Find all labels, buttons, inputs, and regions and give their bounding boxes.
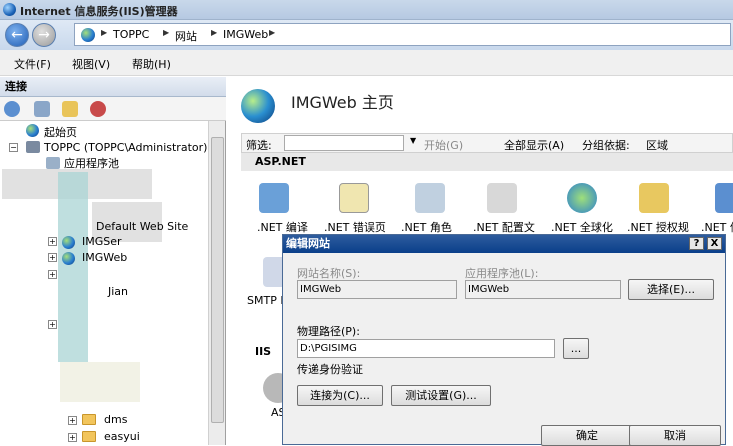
tree-server[interactable]: TOPPC (TOPPC\Administrator)	[44, 141, 207, 154]
chevron-right-icon[interactable]: ▶	[101, 28, 107, 37]
menu-file[interactable]: 文件(F)	[14, 56, 51, 72]
expand-icon[interactable]: +	[68, 433, 77, 442]
redacted-region	[58, 172, 88, 362]
website-globe-icon	[241, 89, 275, 123]
collapse-icon[interactable]: −	[9, 143, 18, 152]
breadcrumb-sites[interactable]: 网站	[175, 28, 197, 44]
connections-panel: 连接 起始页 − TOPPC (TOPPC\Administrator) 应用程…	[0, 77, 226, 445]
folder-icon	[82, 414, 96, 425]
app-pool-field[interactable]: IMGWeb	[465, 280, 621, 299]
window-title: Internet 信息服务(IIS)管理器	[20, 5, 178, 18]
feature-error-pages[interactable]: .NET 错误页	[324, 219, 386, 235]
disconnect-icon[interactable]	[90, 101, 106, 117]
site-name-field[interactable]: IMGWeb	[297, 280, 457, 299]
connect-icon[interactable]	[4, 101, 20, 117]
chevron-right-icon[interactable]: ▶	[211, 28, 217, 37]
filter-bar: 筛选: ▼ 开始(G) 全部显示(A) 分组依据: 区域	[241, 133, 733, 153]
globalization-icon[interactable]	[567, 183, 597, 213]
expand-icon[interactable]: +	[68, 416, 77, 425]
browse-button[interactable]: ...	[563, 338, 589, 359]
physical-path-field[interactable]: D:\PGISIMG	[297, 339, 555, 358]
feature-profile[interactable]: .NET 配置文	[473, 219, 535, 235]
tree-imgweb[interactable]: IMGWeb	[82, 251, 127, 264]
chevron-down-icon[interactable]: ▼	[410, 136, 416, 145]
close-button[interactable]: X	[707, 237, 722, 250]
feature-authorization[interactable]: .NET 授权规	[627, 219, 689, 235]
dialog-title: 编辑网站	[286, 237, 330, 250]
section-iis: IIS	[255, 345, 272, 358]
site-name-label: 网站名称(S):	[297, 267, 361, 280]
start-filter-button[interactable]: 开始(G)	[424, 137, 463, 153]
server-icon	[26, 141, 40, 153]
trust-icon[interactable]	[715, 183, 733, 213]
redacted-region	[60, 362, 140, 402]
feature-trust[interactable]: .NET 信	[701, 219, 733, 235]
folder-icon	[82, 431, 96, 442]
up-folder-icon[interactable]	[62, 101, 78, 117]
globe-icon	[81, 28, 95, 42]
breadcrumb-toppc[interactable]: TOPPC	[113, 28, 149, 41]
pass-through-auth-label: 传递身份验证	[297, 363, 363, 376]
expand-icon[interactable]: +	[48, 320, 57, 329]
expand-icon[interactable]: +	[48, 270, 57, 279]
expand-icon[interactable]: +	[48, 253, 57, 262]
physical-path-label: 物理路径(P):	[297, 325, 360, 338]
edit-site-dialog: 编辑网站 ? X 网站名称(S): IMGWeb 应用程序池(L): IMGWe…	[282, 234, 726, 446]
authorization-icon[interactable]	[639, 183, 669, 213]
address-bar: ← → ▶ TOPPC ▶ 网站 ▶ IMGWeb ▶	[0, 20, 733, 50]
tree-scrollbar[interactable]	[208, 121, 225, 445]
profile-icon[interactable]	[487, 183, 517, 213]
help-button[interactable]: ?	[689, 237, 704, 250]
breadcrumb-imgweb[interactable]: IMGWeb	[223, 28, 268, 41]
roles-icon[interactable]	[415, 183, 445, 213]
cancel-button[interactable]: 取消	[629, 425, 721, 446]
show-all-button[interactable]: 全部显示(A)	[504, 137, 564, 153]
section-aspnet: ASP.NET	[241, 153, 733, 171]
website-icon	[62, 236, 75, 249]
tree-start-page[interactable]: 起始页	[44, 124, 77, 140]
connections-header: 连接	[0, 77, 226, 97]
scrollbar-thumb[interactable]	[211, 137, 224, 423]
feature-roles[interactable]: .NET 角色	[401, 219, 452, 235]
group-by-label: 分组依据:	[582, 139, 630, 152]
save-icon[interactable]	[34, 101, 50, 117]
forward-arrow-icon[interactable]: →	[32, 23, 56, 47]
back-arrow-icon[interactable]: ←	[5, 23, 29, 47]
dialog-title-bar: 编辑网站 ? X	[283, 235, 725, 253]
tree-jian[interactable]: Jian	[108, 285, 128, 298]
group-by-select[interactable]: 区域	[646, 137, 668, 153]
page-title: IMGWeb 主页	[291, 93, 394, 112]
title-bar: Internet 信息服务(IIS)管理器	[0, 0, 733, 20]
address-field[interactable]: ▶ TOPPC ▶ 网站 ▶ IMGWeb ▶	[74, 23, 731, 46]
connect-as-button[interactable]: 连接为(C)...	[297, 385, 383, 406]
feature-compile[interactable]: .NET 编译	[257, 219, 308, 235]
tree-dms[interactable]: dms	[104, 413, 127, 426]
test-settings-button[interactable]: 测试设置(G)...	[391, 385, 491, 406]
compile-icon[interactable]	[259, 183, 289, 213]
tree-easyui[interactable]: easyui	[104, 430, 140, 443]
feature-globalization[interactable]: .NET 全球化	[551, 219, 613, 235]
app-pool-label: 应用程序池(L):	[465, 267, 539, 280]
tree-imgserver[interactable]: IMGSer	[82, 235, 122, 248]
start-page-icon	[26, 124, 39, 137]
menu-bar: 文件(F) 视图(V) 帮助(H)	[0, 50, 733, 76]
select-app-pool-button[interactable]: 选择(E)...	[628, 279, 714, 300]
app-pool-icon	[46, 157, 60, 169]
ok-button[interactable]: 确定	[541, 425, 633, 446]
filter-label: 筛选:	[246, 139, 272, 152]
connections-toolbar	[0, 97, 226, 121]
chevron-right-icon[interactable]: ▶	[163, 28, 169, 37]
menu-view[interactable]: 视图(V)	[72, 56, 110, 72]
tree-default-web-site[interactable]: Default Web Site	[96, 220, 188, 233]
chevron-right-icon[interactable]: ▶	[269, 28, 275, 37]
error-page-icon[interactable]	[339, 183, 369, 213]
iis-app-icon	[3, 3, 16, 16]
website-icon	[62, 252, 75, 265]
menu-help[interactable]: 帮助(H)	[132, 56, 171, 72]
filter-input[interactable]	[284, 135, 404, 151]
expand-icon[interactable]: +	[48, 237, 57, 246]
